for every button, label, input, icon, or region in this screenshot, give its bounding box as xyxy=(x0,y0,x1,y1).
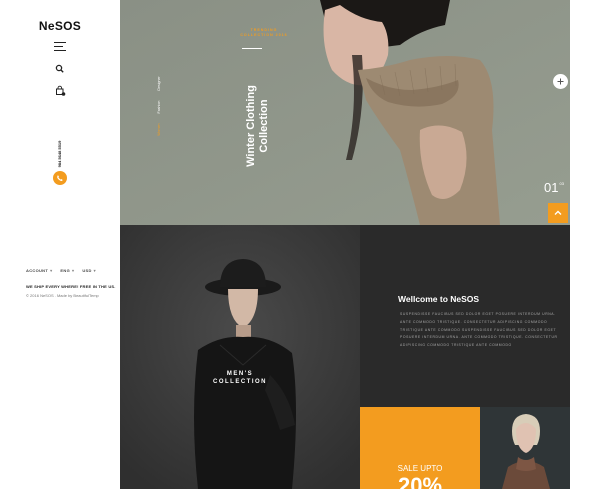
slider-prev-button[interactable] xyxy=(548,203,568,223)
phone-number[interactable]: 984 5648 5519 xyxy=(56,132,64,176)
shopping-bag-icon[interactable] xyxy=(54,85,66,97)
hero-category-fashion[interactable]: Fashion xyxy=(157,101,161,114)
hero-category-list: Women Fashion Designer xyxy=(157,71,161,141)
mens-model-photo xyxy=(120,225,360,489)
women-collection-tile[interactable] xyxy=(480,407,570,489)
language-select[interactable]: ENG ▾ xyxy=(60,268,74,273)
chevron-down-icon: ▾ xyxy=(93,268,96,273)
welcome-title: Wellcome to NeSOS xyxy=(398,294,480,304)
chevron-down-icon: ▾ xyxy=(50,268,53,273)
sale-label: SALE UPTO xyxy=(397,464,443,473)
currency-select[interactable]: USD ▾ xyxy=(82,268,96,273)
hero-title: Winter Clothing Collection xyxy=(245,85,270,167)
mens-collection-label: MEN'S COLLECTION xyxy=(213,371,267,385)
chevron-up-icon xyxy=(554,210,562,215)
brand-logo[interactable]: NeSOS xyxy=(0,19,120,33)
slide-current: 01 xyxy=(544,180,559,195)
welcome-panel: Wellcome to NeSOS SUSPENDISSE FAUCIBUS S… xyxy=(360,225,570,407)
welcome-body: SUSPENDISSE FAUCIBUS SED DOLOR EGET POSU… xyxy=(400,312,558,348)
sale-tile[interactable]: SALE UPTO 20% xyxy=(360,407,480,489)
copyright: © 2016 NeSOS . Made by BeautifulTemp xyxy=(26,293,99,298)
hamburger-menu-icon[interactable] xyxy=(54,42,66,51)
sidebar: NeSOS 984 5648 5519 ACCOUNT ▾ ENG ▾ USD ▾ W… xyxy=(0,0,120,489)
mens-collection-tile[interactable]: MEN'S COLLECTION xyxy=(120,225,360,489)
hero-banner: TRENDING COLLECTION 2016 Women Fashion D… xyxy=(120,0,570,225)
sale-percent: 20% xyxy=(397,473,443,489)
page-right-margin xyxy=(570,0,600,489)
footer-selects: ACCOUNT ▾ ENG ▾ USD ▾ xyxy=(26,268,96,273)
hero-divider xyxy=(242,48,262,49)
hero-category-women[interactable]: Women xyxy=(157,123,161,135)
woman-model-photo xyxy=(480,407,570,489)
shipping-notice: WE SHIP EVERY WHERE! FREE IN THE US. xyxy=(26,284,116,289)
hero-model-photo xyxy=(120,0,570,225)
hero-category-designer[interactable]: Designer xyxy=(157,76,161,90)
account-select[interactable]: ACCOUNT ▾ xyxy=(26,268,52,273)
search-icon[interactable] xyxy=(54,63,66,75)
slide-total: 03 xyxy=(559,181,564,186)
hero-tagline: TRENDING COLLECTION 2016 xyxy=(240,28,288,37)
phone-icon[interactable] xyxy=(53,171,67,185)
chevron-down-icon: ▾ xyxy=(72,268,75,273)
slide-counter: 0103 xyxy=(544,180,564,195)
plus-icon[interactable] xyxy=(553,74,568,89)
